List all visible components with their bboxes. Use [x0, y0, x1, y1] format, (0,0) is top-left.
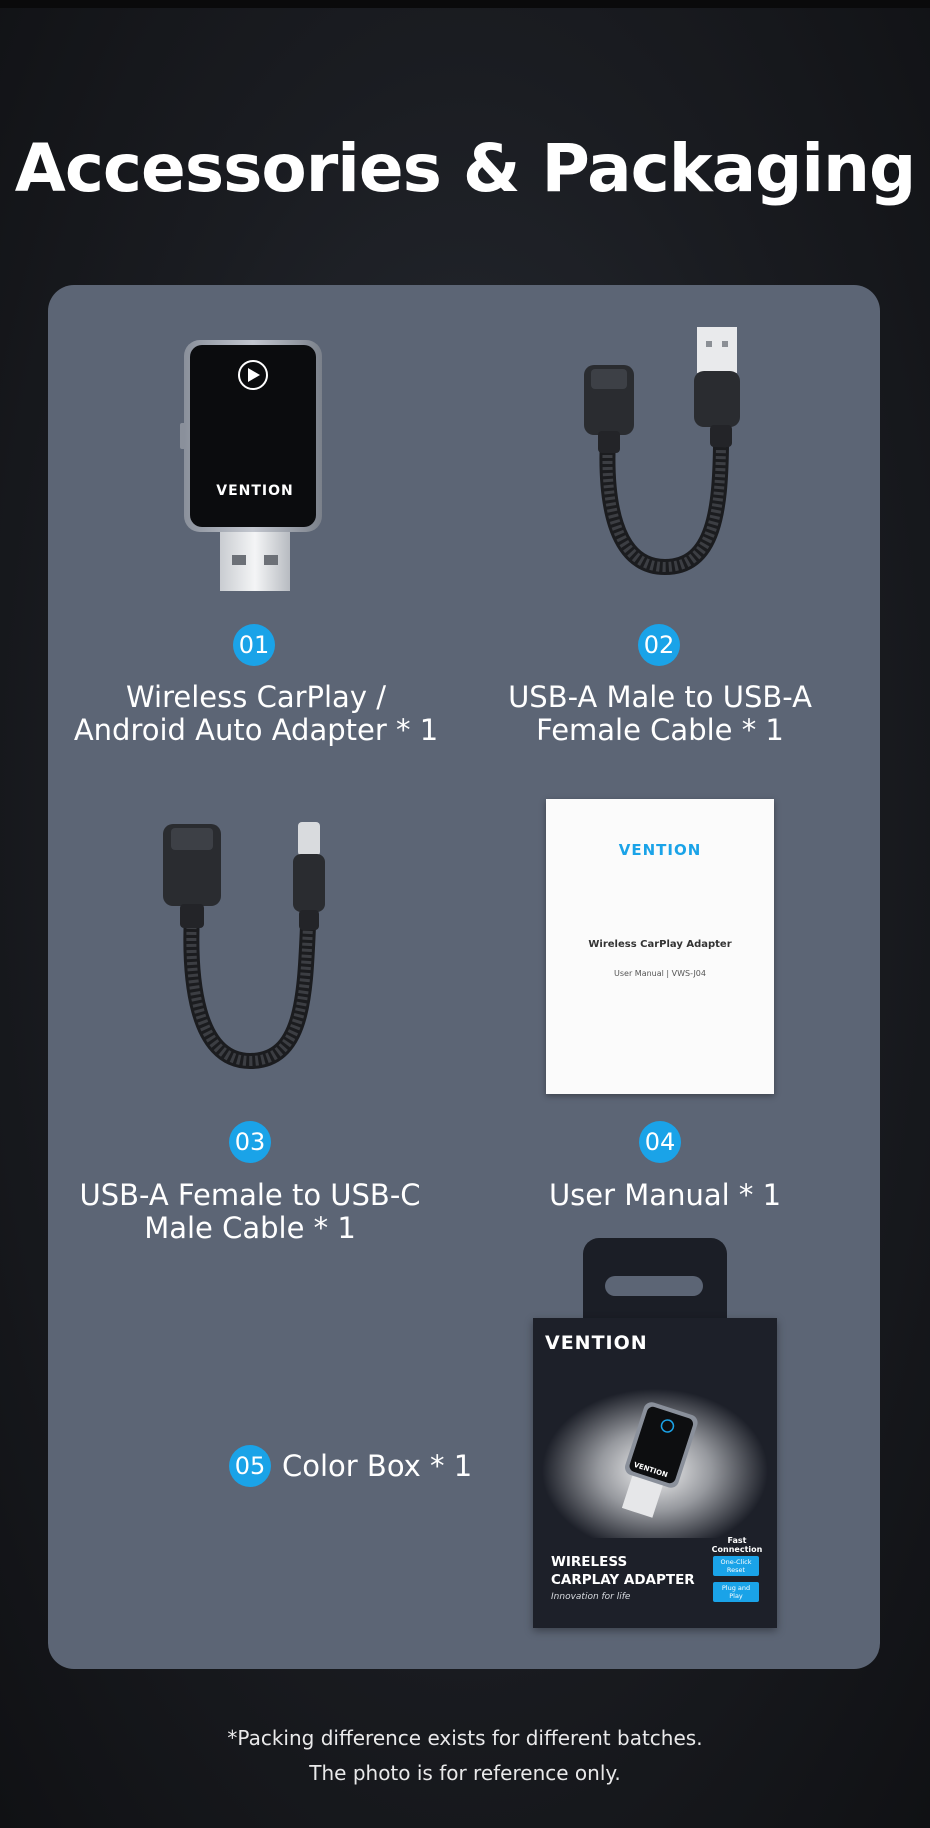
- item-number-05: 05: [229, 1445, 271, 1487]
- box-product-line1: WIRELESS: [551, 1554, 628, 1570]
- user-manual-image: VENTION Wireless CarPlay Adapter User Ma…: [546, 799, 774, 1094]
- item-number-01: 01: [233, 624, 275, 666]
- adapter-image: [180, 340, 322, 591]
- usb-c-cable-image: [163, 822, 325, 1070]
- box-product-line2: CARPLAY ADAPTER: [551, 1572, 695, 1588]
- item-label-02: USB-A Male to USB-A Female Cable * 1: [508, 680, 812, 747]
- usb-a-cable-image: [584, 327, 740, 576]
- manual-title: Wireless CarPlay Adapter: [588, 939, 732, 950]
- footer-note-line2: The photo is for reference only.: [309, 1761, 621, 1785]
- box-device-icon: [621, 1402, 698, 1518]
- adapter-brand: VENTION: [216, 483, 294, 499]
- box-tagline: Innovation for life: [551, 1592, 631, 1602]
- color-box-image: VENTION VENTION WIRELESS CARPLAY ADAPTER…: [531, 1238, 779, 1630]
- box-fast-connection: Fast Connection: [711, 1536, 763, 1554]
- box-hanger: [583, 1238, 727, 1328]
- item-label-03: USB-A Female to USB-C Male Cable * 1: [79, 1178, 421, 1245]
- item-label-01: Wireless CarPlay / Android Auto Adapter …: [73, 680, 439, 747]
- box-front: VENTION VENTION WIRELESS CARPLAY ADAPTER…: [533, 1318, 777, 1628]
- page-title: Accessories & Packaging: [14, 130, 917, 207]
- top-bar: [0, 0, 930, 8]
- item-number-03: 03: [229, 1121, 271, 1163]
- item-number-04: 04: [639, 1121, 681, 1163]
- item-label-04: User Manual * 1: [548, 1178, 782, 1212]
- manual-subtitle: User Manual | VWS-J04: [614, 969, 706, 978]
- box-hanger-hole: [605, 1276, 703, 1296]
- item-number-02: 02: [638, 624, 680, 666]
- box-feature-reset: One-Click Reset: [713, 1556, 759, 1576]
- box-brand: VENTION: [545, 1332, 648, 1354]
- footer-note-line1: *Packing difference exists for different…: [227, 1726, 703, 1750]
- box-feature-plug: Plug and Play: [713, 1582, 759, 1602]
- item-label-05: Color Box * 1: [282, 1449, 473, 1483]
- manual-brand: VENTION: [618, 841, 702, 859]
